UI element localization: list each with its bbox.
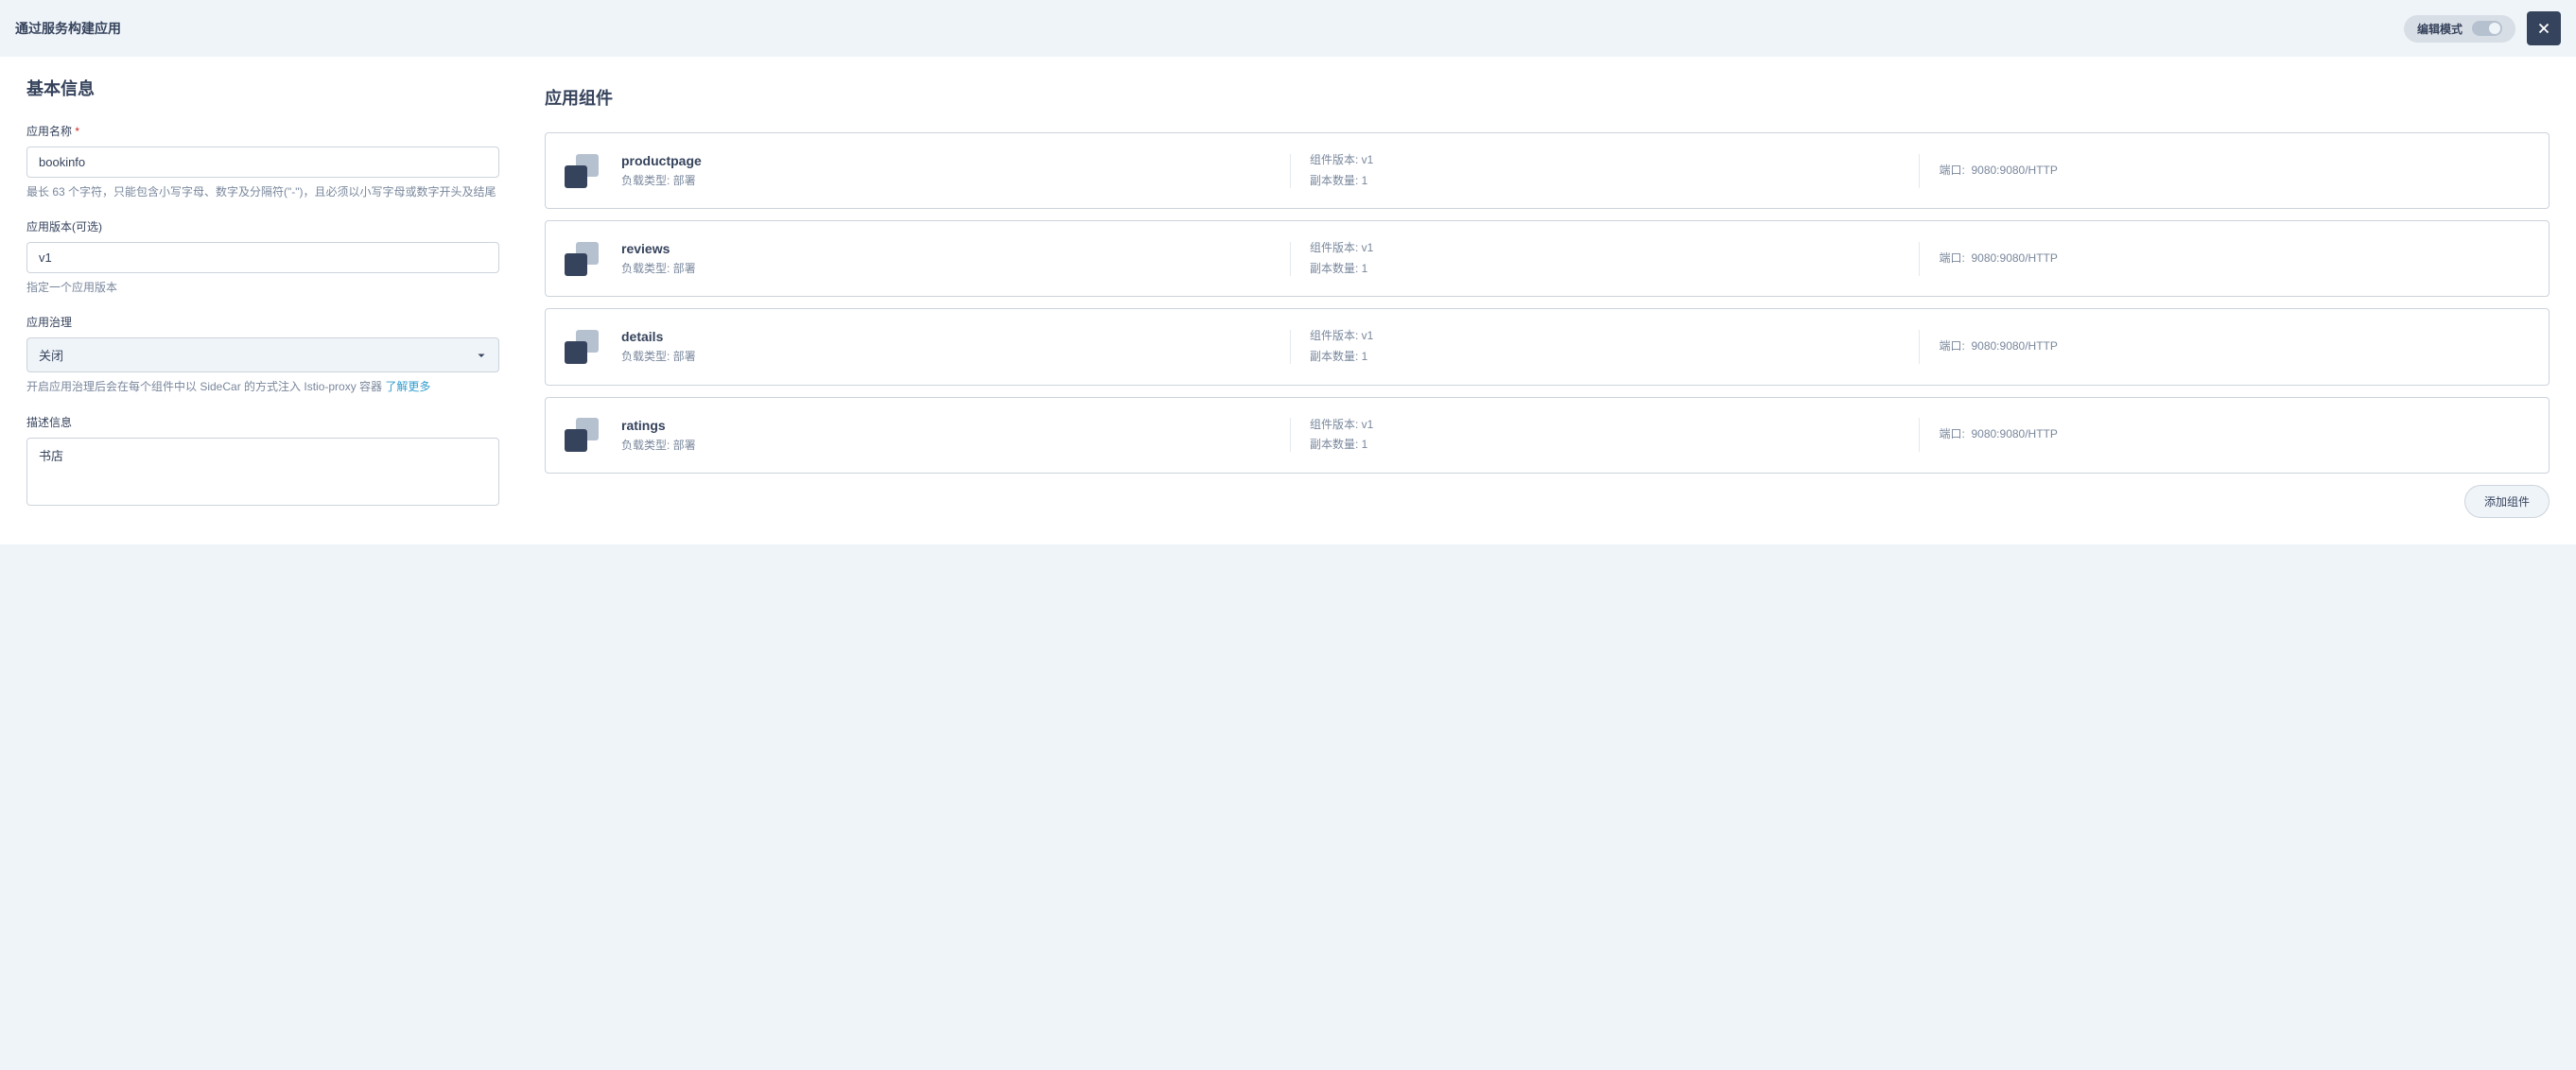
edit-mode-toggle[interactable]: 编辑模式 bbox=[2404, 15, 2515, 43]
app-name-input[interactable] bbox=[26, 147, 499, 178]
component-col-name: productpage 负载类型: 部署 bbox=[621, 153, 1271, 188]
add-component-button[interactable]: 添加组件 bbox=[2464, 485, 2550, 518]
component-name: details bbox=[621, 329, 1271, 344]
component-icon bbox=[565, 154, 599, 188]
component-version: 组件版本: v1 bbox=[1310, 150, 1901, 171]
component-icon bbox=[565, 330, 599, 364]
chevron-down-icon bbox=[476, 350, 487, 361]
component-version: 组件版本: v1 bbox=[1310, 415, 1901, 436]
app-version-hint: 指定一个应用版本 bbox=[26, 279, 499, 297]
component-workload-type: 负载类型: 部署 bbox=[621, 172, 1271, 188]
basic-info-title: 基本信息 bbox=[26, 76, 499, 100]
component-workload-type: 负载类型: 部署 bbox=[621, 437, 1271, 453]
component-col-name: ratings 负载类型: 部署 bbox=[621, 418, 1271, 453]
components-panel: 应用组件 productpage 负载类型: 部署 组件版本: v1 副本数量:… bbox=[545, 57, 2576, 544]
governance-hint: 开启应用治理后会在每个组件中以 SideCar 的方式注入 Istio-prox… bbox=[26, 378, 499, 396]
toggle-switch-icon bbox=[2472, 21, 2502, 36]
governance-selected-value: 关闭 bbox=[39, 346, 63, 364]
component-workload-type: 负载类型: 部署 bbox=[621, 348, 1271, 364]
description-label: 描述信息 bbox=[26, 414, 499, 430]
governance-select[interactable]: 关闭 bbox=[26, 337, 499, 372]
component-port: 端口: 9080:9080/HTTP bbox=[1939, 424, 2530, 445]
component-port: 端口: 9080:9080/HTTP bbox=[1939, 161, 2530, 181]
edit-mode-label: 编辑模式 bbox=[2417, 21, 2463, 37]
component-col-port: 端口: 9080:9080/HTTP bbox=[1939, 424, 2530, 445]
component-col-port: 端口: 9080:9080/HTTP bbox=[1939, 161, 2530, 181]
component-col-port: 端口: 9080:9080/HTTP bbox=[1939, 249, 2530, 269]
component-card[interactable]: reviews 负载类型: 部署 组件版本: v1 副本数量: 1 端口: 90… bbox=[545, 220, 2550, 297]
app-version-input[interactable] bbox=[26, 242, 499, 273]
header: 通过服务构建应用 编辑模式 bbox=[0, 0, 2576, 57]
component-replicas: 副本数量: 1 bbox=[1310, 171, 1901, 192]
component-icon bbox=[565, 242, 599, 276]
app-name-label: 应用名称 bbox=[26, 123, 499, 139]
divider bbox=[1919, 242, 1920, 276]
component-icon bbox=[565, 418, 599, 452]
component-col-port: 端口: 9080:9080/HTTP bbox=[1939, 337, 2530, 357]
component-col-version: 组件版本: v1 副本数量: 1 bbox=[1310, 326, 1901, 367]
components-title: 应用组件 bbox=[545, 85, 2550, 110]
close-icon bbox=[2535, 20, 2552, 37]
component-port: 端口: 9080:9080/HTTP bbox=[1939, 337, 2530, 357]
component-version: 组件版本: v1 bbox=[1310, 238, 1901, 259]
component-workload-type: 负载类型: 部署 bbox=[621, 260, 1271, 276]
governance-learn-more-link[interactable]: 了解更多 bbox=[385, 380, 430, 393]
add-component-row: 添加组件 bbox=[545, 485, 2550, 518]
description-textarea[interactable] bbox=[26, 438, 499, 506]
page-title: 通过服务构建应用 bbox=[15, 19, 121, 38]
component-card[interactable]: productpage 负载类型: 部署 组件版本: v1 副本数量: 1 端口… bbox=[545, 132, 2550, 209]
component-name: reviews bbox=[621, 241, 1271, 256]
app-version-label: 应用版本(可选) bbox=[26, 218, 499, 234]
app-version-group: 应用版本(可选) 指定一个应用版本 bbox=[26, 218, 499, 297]
component-port: 端口: 9080:9080/HTTP bbox=[1939, 249, 2530, 269]
component-version: 组件版本: v1 bbox=[1310, 326, 1901, 347]
divider bbox=[1919, 418, 1920, 452]
divider bbox=[1290, 242, 1291, 276]
divider bbox=[1290, 154, 1291, 188]
basic-info-panel: 基本信息 应用名称 最长 63 个字符，只能包含小写字母、数字及分隔符("-")… bbox=[0, 57, 526, 544]
component-col-name: reviews 负载类型: 部署 bbox=[621, 241, 1271, 276]
governance-label: 应用治理 bbox=[26, 314, 499, 330]
header-actions: 编辑模式 bbox=[2404, 11, 2561, 45]
close-button[interactable] bbox=[2527, 11, 2561, 45]
content: 基本信息 应用名称 最长 63 个字符，只能包含小写字母、数字及分隔符("-")… bbox=[0, 57, 2576, 544]
component-col-version: 组件版本: v1 副本数量: 1 bbox=[1310, 415, 1901, 456]
component-name: ratings bbox=[621, 418, 1271, 433]
component-replicas: 副本数量: 1 bbox=[1310, 259, 1901, 280]
governance-hint-text: 开启应用治理后会在每个组件中以 SideCar 的方式注入 Istio-prox… bbox=[26, 380, 385, 393]
component-replicas: 副本数量: 1 bbox=[1310, 435, 1901, 456]
component-card[interactable]: details 负载类型: 部署 组件版本: v1 副本数量: 1 端口: 90… bbox=[545, 308, 2550, 385]
component-col-name: details 负载类型: 部署 bbox=[621, 329, 1271, 364]
divider bbox=[1290, 418, 1291, 452]
divider bbox=[1919, 154, 1920, 188]
divider bbox=[1919, 330, 1920, 364]
component-list: productpage 负载类型: 部署 组件版本: v1 副本数量: 1 端口… bbox=[545, 132, 2550, 474]
component-replicas: 副本数量: 1 bbox=[1310, 347, 1901, 368]
component-name: productpage bbox=[621, 153, 1271, 168]
description-group: 描述信息 bbox=[26, 414, 499, 509]
component-card[interactable]: ratings 负载类型: 部署 组件版本: v1 副本数量: 1 端口: 90… bbox=[545, 397, 2550, 474]
component-col-version: 组件版本: v1 副本数量: 1 bbox=[1310, 238, 1901, 279]
app-name-group: 应用名称 最长 63 个字符，只能包含小写字母、数字及分隔符("-")，且必须以… bbox=[26, 123, 499, 201]
component-col-version: 组件版本: v1 副本数量: 1 bbox=[1310, 150, 1901, 191]
divider bbox=[1290, 330, 1291, 364]
app-name-hint: 最长 63 个字符，只能包含小写字母、数字及分隔符("-")，且必须以小写字母或… bbox=[26, 183, 499, 201]
governance-group: 应用治理 关闭 开启应用治理后会在每个组件中以 SideCar 的方式注入 Is… bbox=[26, 314, 499, 396]
